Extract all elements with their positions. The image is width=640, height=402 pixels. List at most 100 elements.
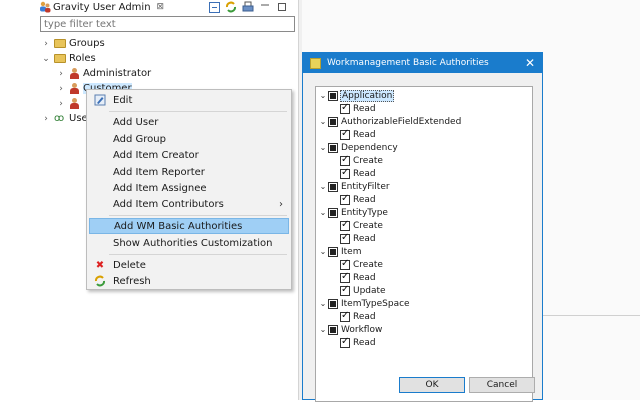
tristate-checkbox[interactable] bbox=[328, 298, 338, 309]
tristate-checkbox[interactable] bbox=[328, 207, 338, 218]
expand-chevron-icon[interactable]: › bbox=[40, 114, 52, 124]
checkbox[interactable] bbox=[340, 232, 350, 244]
refresh-icon bbox=[94, 275, 106, 287]
checkbox[interactable] bbox=[340, 271, 350, 283]
filter-input[interactable] bbox=[40, 16, 295, 32]
checkbox[interactable] bbox=[340, 310, 350, 322]
dialog-close-icon[interactable]: ✕ bbox=[525, 56, 535, 70]
menu-item-add-group[interactable]: Add Group bbox=[89, 131, 289, 147]
authority-permission[interactable]: Read bbox=[340, 232, 377, 245]
wm-basic-authorities-dialog: Workmanagement Basic Authorities ✕ ⌄ App… bbox=[302, 52, 543, 402]
role-icon bbox=[69, 97, 80, 110]
menu-item-delete[interactable]: ✖ Delete bbox=[89, 257, 289, 273]
authority-group-entityfilter[interactable]: ⌄ EntityFilter bbox=[318, 180, 391, 193]
tristate-checkbox[interactable] bbox=[328, 142, 338, 153]
menu-item-add-wm-basic-authorities[interactable]: Add WM Basic Authorities bbox=[89, 218, 289, 234]
menu-item-add-item-reporter[interactable]: Add Item Reporter bbox=[89, 164, 289, 180]
expand-chevron-icon[interactable]: › bbox=[55, 99, 67, 109]
refresh-icon[interactable] bbox=[225, 1, 237, 13]
menu-item-edit[interactable]: Edit bbox=[89, 92, 289, 108]
tree-item-label: Roles bbox=[69, 53, 96, 64]
tree-item-groups[interactable]: › Groups bbox=[40, 36, 104, 51]
authority-permission[interactable]: Read bbox=[340, 271, 377, 284]
collapse-chevron-icon[interactable]: ⌄ bbox=[40, 54, 52, 64]
tristate-checkbox[interactable] bbox=[328, 90, 338, 101]
authority-permission-label: Read bbox=[353, 103, 376, 114]
authority-group-label: Item bbox=[341, 246, 362, 257]
checkbox[interactable] bbox=[340, 154, 350, 166]
maximize-icon[interactable] bbox=[276, 1, 288, 13]
checkbox[interactable] bbox=[340, 128, 350, 140]
context-menu: Edit Add User Add Group Add Item Creator… bbox=[86, 89, 292, 290]
menu-item-add-user[interactable]: Add User bbox=[89, 114, 289, 130]
collapse-chevron-icon[interactable]: ⌄ bbox=[318, 325, 328, 334]
menu-item-label: Delete bbox=[113, 259, 146, 271]
view-tab[interactable]: Gravity User Admin ⊠ bbox=[0, 0, 164, 14]
tree-item-administrator[interactable]: › Administrator bbox=[55, 66, 151, 81]
expand-chevron-icon[interactable]: › bbox=[55, 69, 67, 79]
authority-permission[interactable]: Update bbox=[340, 284, 387, 297]
tree-item-role[interactable]: › bbox=[55, 96, 83, 111]
checkbox[interactable] bbox=[340, 284, 350, 296]
authority-group-itemtypespace[interactable]: ⌄ ItemTypeSpace bbox=[318, 297, 411, 310]
minimize-icon[interactable] bbox=[259, 1, 271, 13]
collapse-chevron-icon[interactable]: ⌄ bbox=[318, 182, 328, 191]
authority-permission[interactable]: Create bbox=[340, 219, 384, 232]
tristate-checkbox[interactable] bbox=[328, 116, 338, 127]
authority-permission[interactable]: Read bbox=[340, 102, 377, 115]
tristate-checkbox[interactable] bbox=[328, 181, 338, 192]
collapse-chevron-icon[interactable]: ⌄ bbox=[318, 91, 328, 100]
authority-permission[interactable]: Read bbox=[340, 310, 377, 323]
collapse-all-icon[interactable] bbox=[208, 1, 220, 13]
menu-item-add-item-contributors[interactable]: Add Item Contributors › bbox=[89, 196, 289, 212]
expand-chevron-icon[interactable]: › bbox=[55, 84, 67, 94]
menu-separator bbox=[109, 215, 287, 216]
menu-item-refresh[interactable]: Refresh bbox=[89, 273, 289, 289]
tristate-checkbox[interactable] bbox=[328, 324, 338, 335]
authority-permission[interactable]: Create bbox=[340, 154, 384, 167]
checkbox[interactable] bbox=[340, 102, 350, 114]
authority-permission[interactable]: Read bbox=[340, 193, 377, 206]
cancel-button[interactable]: Cancel bbox=[469, 377, 535, 393]
checkbox[interactable] bbox=[340, 193, 350, 205]
menu-item-show-authorities-customization[interactable]: Show Authorities Customization bbox=[89, 235, 289, 251]
authority-permission[interactable]: Read bbox=[340, 128, 377, 141]
tree-item-roles[interactable]: ⌄ Roles bbox=[40, 51, 96, 66]
checkbox[interactable] bbox=[340, 167, 350, 179]
authority-group-authorizablefieldextended[interactable]: ⌄ AuthorizableFieldExtended bbox=[318, 115, 462, 128]
menu-item-label: Refresh bbox=[113, 275, 151, 287]
collapse-chevron-icon[interactable]: ⌄ bbox=[318, 299, 328, 308]
checkbox[interactable] bbox=[340, 258, 350, 270]
authority-group-workflow[interactable]: ⌄ Workflow bbox=[318, 323, 383, 336]
authority-group-dependency[interactable]: ⌄ Dependency bbox=[318, 141, 399, 154]
authority-permission-label: Read bbox=[353, 194, 376, 205]
tristate-checkbox[interactable] bbox=[328, 246, 338, 257]
authority-permission-label: Read bbox=[353, 311, 376, 322]
menu-item-label: Add Item Reporter bbox=[113, 166, 205, 178]
collapse-chevron-icon[interactable]: ⌄ bbox=[318, 247, 328, 256]
collapse-chevron-icon[interactable]: ⌄ bbox=[318, 117, 328, 126]
menu-item-label: Add Item Assignee bbox=[113, 182, 207, 194]
ok-button[interactable]: OK bbox=[399, 377, 465, 393]
collapse-chevron-icon[interactable]: ⌄ bbox=[318, 208, 328, 217]
authority-permission-label: Read bbox=[353, 168, 376, 179]
print-icon[interactable] bbox=[242, 1, 254, 13]
menu-item-add-item-creator[interactable]: Add Item Creator bbox=[89, 147, 289, 163]
dialog-titlebar[interactable]: Workmanagement Basic Authorities ✕ bbox=[303, 53, 542, 73]
authority-group-entitytype[interactable]: ⌄ EntityType bbox=[318, 206, 389, 219]
collapse-chevron-icon[interactable]: ⌄ bbox=[318, 143, 328, 152]
menu-item-add-item-assignee[interactable]: Add Item Assignee bbox=[89, 180, 289, 196]
authority-permission[interactable]: Read bbox=[340, 336, 377, 349]
authority-group-item[interactable]: ⌄ Item bbox=[318, 245, 363, 258]
checkbox[interactable] bbox=[340, 219, 350, 231]
checkbox[interactable] bbox=[340, 336, 350, 348]
expand-chevron-icon[interactable]: › bbox=[40, 39, 52, 49]
menu-separator bbox=[109, 111, 287, 112]
authority-group-label: ItemTypeSpace bbox=[341, 298, 410, 309]
menu-item-label: Add User bbox=[113, 116, 159, 128]
tree-item-users[interactable]: › ꝏ Use bbox=[40, 111, 88, 126]
view-close-icon[interactable]: ⊠ bbox=[157, 2, 165, 12]
authority-permission[interactable]: Create bbox=[340, 258, 384, 271]
authority-permission[interactable]: Read bbox=[340, 167, 377, 180]
authority-group-application[interactable]: ⌄ Application bbox=[318, 89, 395, 102]
